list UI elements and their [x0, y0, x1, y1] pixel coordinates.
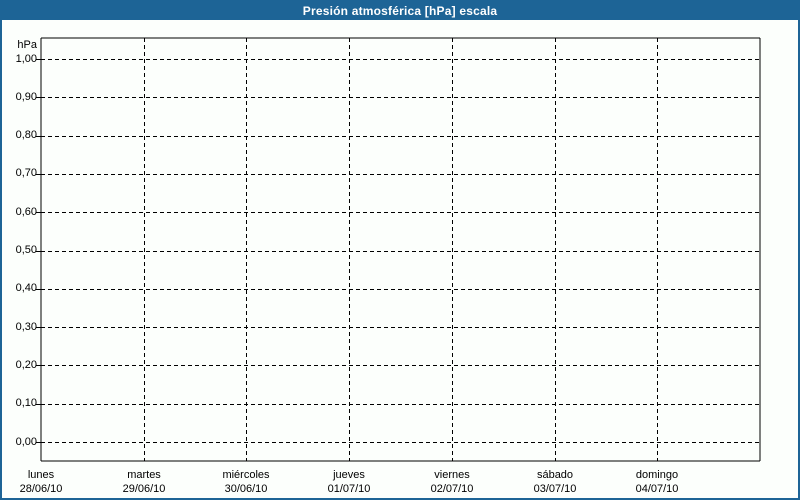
y-tick-label: 0,30 — [15, 321, 37, 333]
x-tick-date: 02/07/10 — [430, 483, 474, 495]
x-tick-label: martes 29/06/10 — [89, 468, 199, 496]
x-tick-label: viernes 02/07/10 — [397, 468, 507, 496]
y-tick-label: 1,00 — [15, 53, 37, 65]
y-tick-label: 0,40 — [15, 282, 37, 294]
chart-window: Presión atmosférica [hPa] escala hPa 1,00… — [0, 0, 800, 500]
x-tick-label: miércoles 30/06/10 — [191, 468, 301, 496]
y-tick-label: 0,70 — [15, 167, 37, 179]
x-tick-day: jueves — [333, 469, 365, 481]
x-tick-date: 04/07/10 — [635, 483, 679, 495]
x-tick-day: sábado — [536, 469, 574, 481]
x-tick-day: viernes — [434, 469, 470, 481]
y-tick-label: 0,20 — [15, 359, 37, 371]
x-tick-day: miércoles — [222, 469, 270, 481]
y-tick-label: 0,80 — [15, 129, 37, 141]
plot-grid — [36, 37, 761, 462]
y-tick-label: 0,90 — [15, 91, 37, 103]
x-tick-day: domingo — [635, 469, 679, 481]
x-tick-date: 29/06/10 — [122, 483, 166, 495]
x-tick-date: 01/07/10 — [327, 483, 371, 495]
x-tick-date: 03/07/10 — [533, 483, 577, 495]
y-tick-label: 0,60 — [15, 206, 37, 218]
x-tick-day: martes — [127, 469, 161, 481]
y-axis-unit-label: hPa — [17, 39, 37, 51]
y-tick-label: 0,00 — [15, 436, 37, 448]
y-tick-label: 0,50 — [15, 244, 37, 256]
x-tick-date: 28/06/10 — [19, 483, 63, 495]
x-tick-date: 30/06/10 — [224, 483, 268, 495]
y-tick-label: 0,10 — [15, 397, 37, 409]
x-tick-label: sábado 03/07/10 — [500, 468, 610, 496]
x-tick-day: lunes — [27, 469, 55, 481]
x-tick-label: domingo 04/07/10 — [602, 468, 712, 496]
x-tick-label: jueves 01/07/10 — [294, 468, 404, 496]
x-tick-label: lunes 28/06/10 — [2, 468, 96, 496]
